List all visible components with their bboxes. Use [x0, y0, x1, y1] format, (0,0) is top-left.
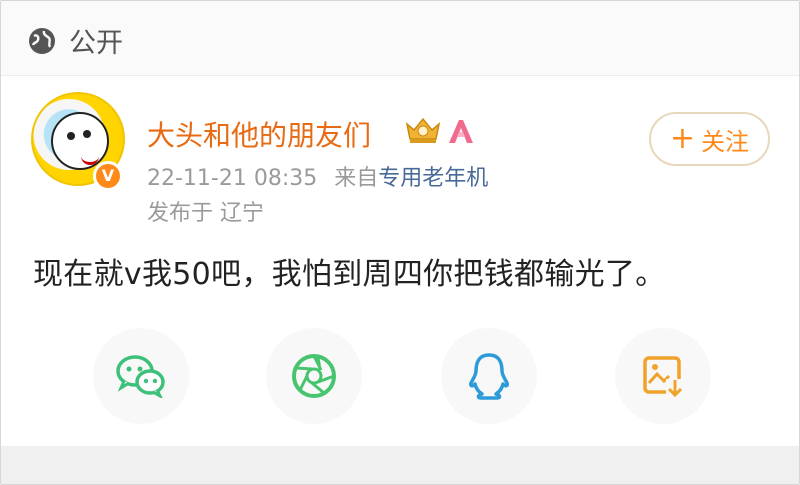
avatar-illustration	[51, 112, 109, 170]
avatar-mouth	[81, 154, 99, 165]
avatar-eye	[83, 130, 91, 138]
crown-icon	[405, 117, 441, 143]
post-meta: 22-11-21 08:35 来自专用老年机	[147, 160, 488, 192]
post-location: 发布于 辽宁	[147, 201, 264, 226]
divider	[1, 75, 799, 76]
plus-icon: +	[669, 121, 696, 156]
qq-icon	[469, 353, 509, 400]
visibility-bar: 公开	[1, 1, 799, 75]
post-timestamp: 22-11-21 08:35	[147, 166, 318, 191]
save-image-icon	[643, 356, 684, 398]
visibility-indicator: 公开	[27, 21, 123, 60]
source-prefix: 来自	[334, 166, 379, 191]
username[interactable]: 大头和他的朋友们	[147, 114, 371, 154]
share-wechat-button[interactable]	[93, 328, 189, 424]
follow-button[interactable]: + 关注	[649, 112, 770, 166]
source-link[interactable]: 专用老年机	[378, 166, 488, 191]
moments-icon	[292, 354, 336, 398]
verified-badge-icon: V	[93, 161, 123, 191]
share-moments-button[interactable]	[266, 328, 362, 424]
avatar-eye	[67, 132, 75, 140]
post-content: 现在就v我50吧，我怕到周四你把钱都输光了。	[33, 257, 666, 292]
level-badge-icon	[449, 120, 473, 143]
post-card: 公开 V 大头和他的朋友们 + 关注 22-11-21 08:35 来自专用老年…	[0, 0, 800, 485]
globe-icon	[29, 27, 55, 54]
wechat-icon	[116, 355, 165, 398]
share-row	[1, 321, 799, 424]
save-image-button[interactable]	[615, 328, 711, 424]
follow-label: 关注	[701, 127, 750, 156]
footer-bar	[1, 446, 799, 484]
share-qq-button[interactable]	[441, 328, 537, 424]
visibility-label: 公开	[69, 28, 123, 59]
